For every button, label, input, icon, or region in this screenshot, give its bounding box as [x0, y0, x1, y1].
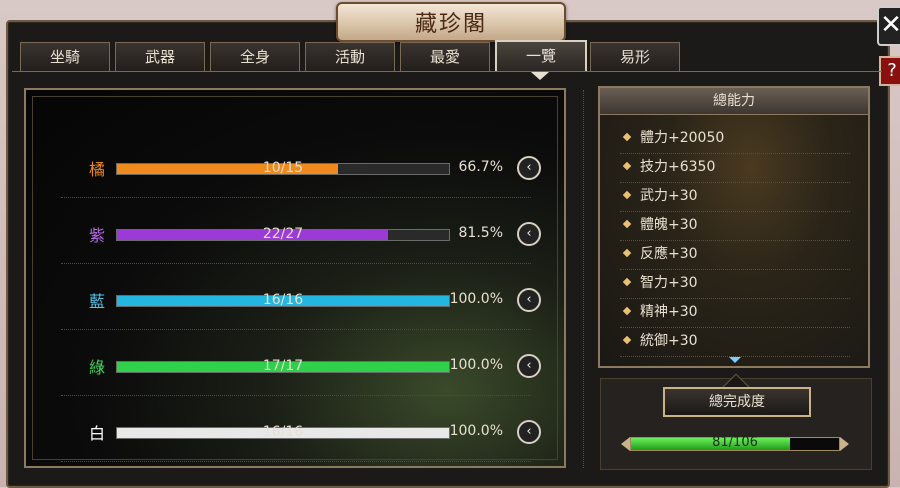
expand-button[interactable]: ‹ [517, 222, 541, 246]
expand-button[interactable]: ‹ [517, 420, 541, 444]
diamond-bullet-icon [622, 161, 632, 171]
collection-row-green: 綠 17/17 100.0% ‹ [61, 330, 541, 396]
total-progress-bar: 81/106 [630, 435, 840, 451]
page-title: 藏珍閣 [414, 12, 487, 37]
stat-item: 統御+30 [620, 327, 850, 357]
diamond-bullet-icon [622, 335, 632, 345]
collection-panel: 橘 10/15 66.7% ‹ 紫 22/27 81.5% ‹ 藍 16/16 … [24, 88, 566, 468]
chevron-left-icon: ‹ [526, 424, 532, 439]
stat-text: 體魄+30 [640, 217, 698, 233]
chevron-left-icon: ‹ [526, 160, 532, 175]
bar-end-right-icon [840, 437, 849, 451]
scroll-down-icon[interactable] [729, 357, 741, 363]
progress-bar: 17/17 [116, 358, 450, 374]
row-divider [61, 461, 531, 462]
stats-panel[interactable]: 總能力 體力+20050 技力+6350 武力+30 體魄+30 反應+30 智… [598, 86, 870, 368]
collection-row-white: 白 16/16 100.0% ‹ [61, 396, 541, 462]
rarity-label: 白 [88, 424, 105, 443]
tab-favorite[interactable]: 最愛 [400, 42, 490, 71]
stat-text: 統御+30 [640, 333, 698, 349]
progress-ratio: 22/27 [262, 226, 304, 242]
rarity-label: 橘 [88, 160, 105, 179]
stats-panel-title: 總能力 [600, 88, 868, 115]
rarity-label: 綠 [88, 358, 105, 377]
stat-text: 反應+30 [640, 246, 698, 262]
rarity-label: 藍 [88, 292, 105, 311]
diamond-bullet-icon [622, 248, 632, 258]
stat-text: 智力+30 [640, 275, 698, 291]
progress-percent: 100.0% [449, 423, 503, 439]
help-button[interactable]: ? [879, 56, 900, 86]
diamond-bullet-icon [622, 306, 632, 316]
collection-row-purple: 紫 22/27 81.5% ‹ [61, 198, 541, 264]
total-progress-ratio: 81/106 [712, 435, 758, 450]
stat-text: 武力+30 [640, 188, 698, 204]
stat-item: 反應+30 [620, 240, 850, 270]
progress-ratio: 16/16 [262, 424, 304, 440]
rarity-label: 紫 [88, 226, 105, 245]
expand-button[interactable]: ‹ [517, 354, 541, 378]
progress-bar: 16/16 [116, 292, 450, 308]
progress-bar: 10/15 [116, 160, 450, 176]
progress-bar: 22/27 [116, 226, 450, 242]
tab-weapon[interactable]: 武器 [115, 42, 205, 71]
chevron-left-icon: ‹ [526, 226, 532, 241]
expand-button[interactable]: ‹ [517, 156, 541, 180]
close-button[interactable]: ✕ [877, 6, 900, 46]
stat-item: 武力+30 [620, 182, 850, 212]
stat-text: 精神+30 [640, 304, 698, 320]
progress-ratio: 10/15 [262, 160, 304, 176]
chevron-left-icon: ‹ [526, 292, 532, 307]
title-plate: 藏珍閣 [336, 2, 566, 42]
stat-item: 智力+30 [620, 269, 850, 299]
progress-ratio: 17/17 [262, 358, 304, 374]
stat-text: 體力+20050 [640, 130, 725, 146]
tab-overview[interactable]: 一覽 [495, 40, 587, 72]
help-icon: ? [887, 60, 897, 81]
tab-transform[interactable]: 易形 [590, 42, 680, 71]
total-completion-label: 總完成度 [663, 387, 811, 417]
active-tab-indicator-icon [531, 72, 549, 80]
collection-row-orange: 橘 10/15 66.7% ‹ [61, 132, 541, 198]
stat-item: 體魄+30 [620, 211, 850, 241]
stat-item: 體力+20050 [620, 124, 850, 154]
close-icon: ✕ [880, 10, 900, 40]
progress-percent: 100.0% [449, 291, 503, 307]
stat-item: 技力+6350 [620, 153, 850, 183]
progress-ratio: 16/16 [262, 292, 304, 308]
progress-percent: 100.0% [449, 357, 503, 373]
tab-mount[interactable]: 坐騎 [20, 42, 110, 71]
diamond-bullet-icon [622, 219, 632, 229]
bar-end-left-icon [621, 437, 630, 451]
chevron-left-icon: ‹ [526, 358, 532, 373]
stat-text: 技力+6350 [640, 159, 716, 175]
diamond-bullet-icon [622, 277, 632, 287]
tab-divider [12, 71, 882, 72]
panel-divider [583, 90, 585, 468]
progress-percent: 81.5% [458, 225, 503, 241]
diamond-bullet-icon [622, 132, 632, 142]
tab-fullbody[interactable]: 全身 [210, 42, 300, 71]
collection-row-blue: 藍 16/16 100.0% ‹ [61, 264, 541, 330]
stat-item: 精神+30 [620, 298, 850, 328]
diamond-bullet-icon [622, 190, 632, 200]
progress-bar: 16/16 [116, 424, 450, 440]
expand-button[interactable]: ‹ [517, 288, 541, 312]
tab-event[interactable]: 活動 [305, 42, 395, 71]
progress-percent: 66.7% [458, 159, 503, 175]
